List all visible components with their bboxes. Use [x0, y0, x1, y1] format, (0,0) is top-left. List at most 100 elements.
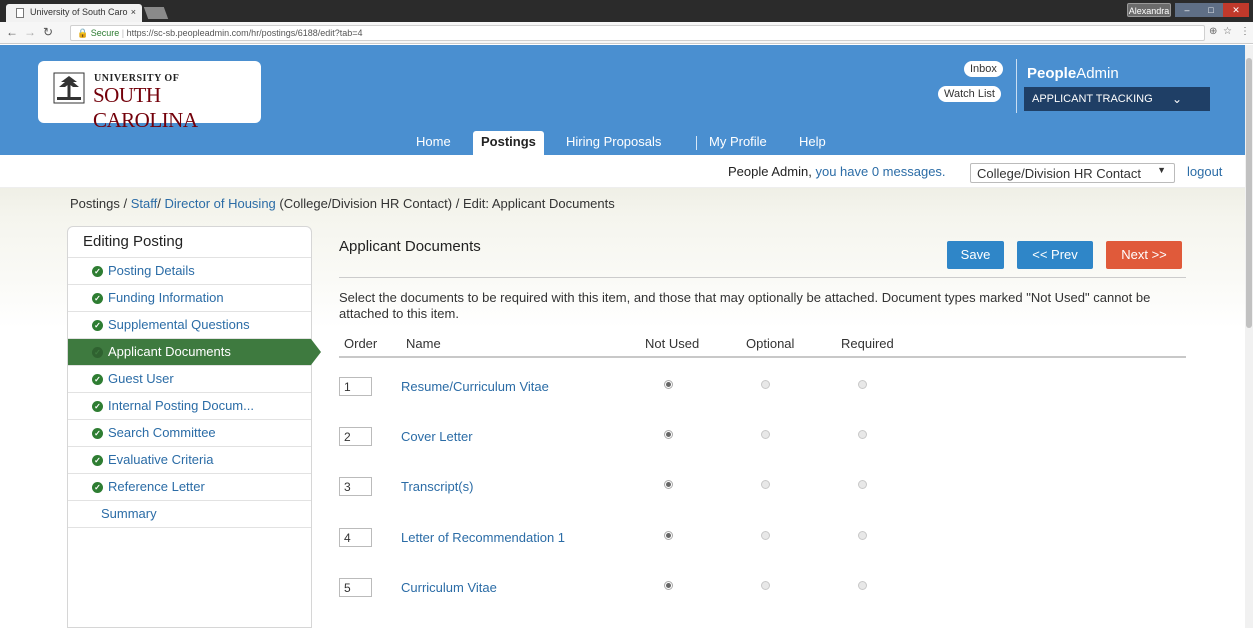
usc-logo[interactable]: UNIVERSITY OF SOUTH CAROLINA — [38, 61, 261, 132]
sidebar-item-label: Search Committee — [108, 425, 216, 440]
sidebar-item-search-committee[interactable]: ✓ Search Committee — [68, 419, 311, 446]
browser-tab[interactable]: University of South Caro × — [6, 4, 142, 22]
breadcrumb-context: (College/Division HR Contact) — [279, 196, 453, 211]
breadcrumb-staff[interactable]: Staff — [131, 196, 158, 211]
sidebar-item-posting-details[interactable]: ✓ Posting Details — [68, 257, 311, 284]
document-name-link[interactable]: Cover Letter — [401, 429, 473, 444]
check-circle-icon: ✓ — [92, 374, 103, 385]
sidebar-item-label: Summary — [101, 506, 157, 521]
sidebar-item-funding-information[interactable]: ✓ Funding Information — [68, 284, 311, 311]
url-input[interactable]: 🔒 Secure | https://sc-sb.peopleadmin.com… — [70, 25, 1205, 41]
required-radio[interactable] — [858, 430, 867, 439]
logout-link[interactable]: logout — [1187, 164, 1222, 179]
new-tab-button[interactable] — [143, 7, 169, 19]
required-radio[interactable] — [858, 380, 867, 389]
bookmark-star-icon[interactable]: ☆ — [1223, 26, 1232, 37]
minimize-icon[interactable]: – — [1175, 3, 1199, 17]
nav-help[interactable]: Help — [799, 131, 826, 155]
not-used-radio[interactable] — [664, 480, 673, 489]
nav-my-profile[interactable]: My Profile — [709, 131, 767, 155]
page-icon — [16, 8, 24, 18]
zoom-icon[interactable]: ⊕ — [1209, 26, 1217, 37]
check-circle-icon: ✓ — [92, 401, 103, 412]
check-circle-icon: ✓ — [92, 455, 103, 466]
order-input[interactable]: 3 — [339, 477, 372, 496]
title-divider — [339, 277, 1186, 278]
breadcrumb-separator: / — [157, 196, 161, 211]
nav-hiring-proposals[interactable]: Hiring Proposals — [566, 131, 661, 155]
document-name-link[interactable]: Curriculum Vitae — [401, 580, 497, 595]
url-text: https://sc-sb.peopleadmin.com/hr/posting… — [126, 28, 363, 38]
window-close-icon[interactable]: ✕ — [1223, 3, 1249, 17]
sidebar-item-label: Supplemental Questions — [108, 317, 250, 332]
lock-icon: 🔒 — [77, 28, 89, 38]
peopleadmin-logo: PeopleAdmin — [1027, 65, 1119, 82]
not-used-radio[interactable] — [664, 380, 673, 389]
document-name-link[interactable]: Transcript(s) — [401, 479, 473, 494]
breadcrumb-posting[interactable]: Director of Housing — [165, 196, 276, 211]
reload-icon[interactable]: ↻ — [43, 25, 53, 39]
chevron-down-icon: ⌄ — [1171, 92, 1182, 106]
messages-link[interactable]: you have 0 messages. — [815, 164, 945, 179]
column-header-order: Order — [344, 336, 378, 351]
sidebar-item-applicant-documents[interactable]: ✓ Applicant Documents — [68, 338, 321, 365]
save-button[interactable]: Save — [947, 241, 1004, 269]
order-input[interactable]: 2 — [339, 427, 372, 446]
module-switcher[interactable]: APPLICANT TRACKING ⌄ — [1024, 87, 1210, 111]
breadcrumb-current: Edit: Applicant Documents — [462, 196, 615, 211]
required-radio[interactable] — [858, 480, 867, 489]
browser-menu-icon[interactable]: ⋮ — [1240, 26, 1250, 37]
nav-home[interactable]: Home — [416, 131, 451, 155]
required-radio[interactable] — [858, 581, 867, 590]
not-used-radio[interactable] — [664, 531, 673, 540]
sidebar-item-label: Reference Letter — [108, 479, 205, 494]
optional-radio[interactable] — [761, 480, 770, 489]
check-circle-icon: ✓ — [92, 293, 103, 304]
sidebar-item-summary[interactable]: Summary — [68, 500, 311, 527]
next-button[interactable]: Next >> — [1106, 241, 1182, 269]
check-circle-icon: ✓ — [92, 320, 103, 331]
scrollbar-thumb[interactable] — [1246, 58, 1252, 328]
optional-radio[interactable] — [761, 581, 770, 590]
sidebar-item-label: Posting Details — [108, 263, 195, 278]
prev-button[interactable]: << Prev — [1017, 241, 1093, 269]
maximize-icon[interactable]: □ — [1199, 3, 1223, 17]
dropdown-arrow-icon: ▼ — [1157, 165, 1166, 175]
column-header-optional: Optional — [746, 336, 795, 351]
instructions-text: Select the documents to be required with… — [339, 290, 1151, 321]
sidebar-divider — [68, 527, 311, 528]
sidebar-item-label: Applicant Documents — [108, 344, 231, 359]
message-bar: People Admin, you have 0 messages. Colle… — [0, 155, 1245, 188]
optional-radio[interactable] — [761, 380, 770, 389]
order-input[interactable]: 1 — [339, 377, 372, 396]
brand-admin: Admin — [1076, 65, 1119, 82]
sidebar-item-label: Internal Posting Docum... — [108, 398, 254, 413]
editing-sidebar: Editing Posting ✓ Posting Details ✓ Fund… — [67, 226, 321, 628]
watch-list-button[interactable]: Watch List — [938, 86, 1001, 102]
required-radio[interactable] — [858, 531, 867, 540]
optional-radio[interactable] — [761, 430, 770, 439]
optional-radio[interactable] — [761, 531, 770, 540]
sidebar-item-label: Funding Information — [108, 290, 224, 305]
close-tab-icon[interactable]: × — [131, 7, 136, 17]
inbox-button[interactable]: Inbox — [964, 61, 1003, 77]
order-input[interactable]: 5 — [339, 578, 372, 597]
order-input[interactable]: 4 — [339, 528, 372, 547]
not-used-radio[interactable] — [664, 581, 673, 590]
sidebar-item-reference-letter[interactable]: ✓ Reference Letter — [68, 473, 311, 500]
header-divider-rule — [339, 356, 1186, 358]
sidebar-item-internal-posting-documents[interactable]: ✓ Internal Posting Docum... — [68, 392, 311, 419]
not-used-radio[interactable] — [664, 430, 673, 439]
nav-postings[interactable]: Postings — [473, 131, 544, 156]
forward-icon[interactable]: → — [24, 25, 36, 39]
sidebar-item-supplemental-questions[interactable]: ✓ Supplemental Questions — [68, 311, 311, 338]
sidebar-item-guest-user[interactable]: ✓ Guest User — [68, 365, 311, 392]
role-select[interactable]: College/Division HR Contact ▼ — [970, 163, 1175, 183]
browser-user-badge[interactable]: Alexandra — [1127, 3, 1171, 17]
breadcrumb-separator: / — [123, 196, 128, 211]
sidebar-item-evaluative-criteria[interactable]: ✓ Evaluative Criteria — [68, 446, 311, 473]
back-icon[interactable]: ← — [6, 25, 18, 39]
browser-tabstrip: University of South Caro × Alexandra – □… — [0, 0, 1253, 22]
document-name-link[interactable]: Letter of Recommendation 1 — [401, 530, 565, 545]
document-name-link[interactable]: Resume/Curriculum Vitae — [401, 379, 549, 394]
